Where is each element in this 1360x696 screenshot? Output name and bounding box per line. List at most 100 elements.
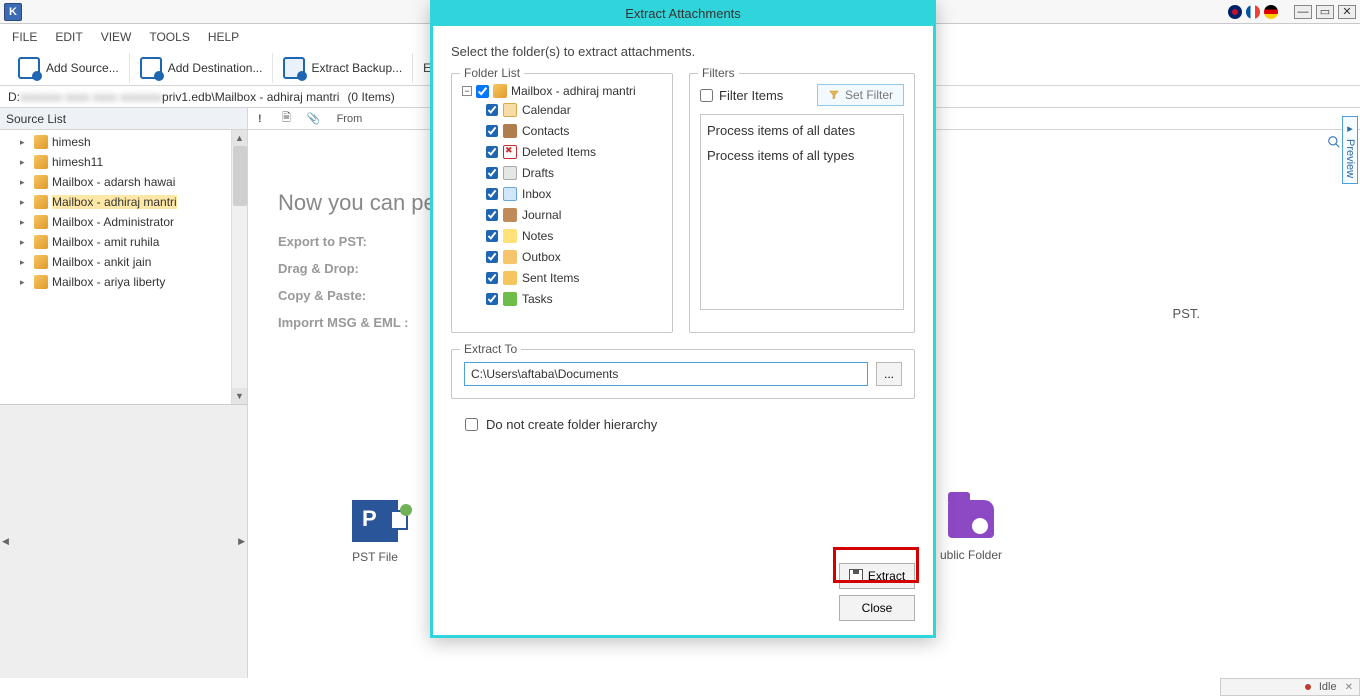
dialog-folder-tree[interactable]: − Mailbox - adhiraj mantri CalendarConta… [462, 84, 662, 308]
folder-checkbox[interactable] [486, 188, 498, 200]
filters-legend: Filters [698, 66, 739, 80]
folder-item[interactable]: Outbox [486, 248, 662, 266]
tree-row[interactable]: ▸ Mailbox - adarsh hawai [0, 172, 247, 192]
mailbox-icon [34, 155, 48, 169]
status-dot-icon [1305, 684, 1311, 690]
add-destination-label: Add Destination... [168, 61, 263, 75]
menu-edit[interactable]: EDIT [55, 30, 82, 44]
extract-attachments-dialog: Extract Attachments Select the folder(s)… [430, 0, 936, 638]
mailbox-icon [34, 135, 48, 149]
expander-icon[interactable]: ▸ [20, 237, 30, 248]
browse-button[interactable]: ... [876, 362, 902, 386]
folder-item[interactable]: Inbox [486, 185, 662, 203]
menu-tools[interactable]: TOOLS [149, 30, 189, 44]
public-folder-card[interactable]: ublic Folder [940, 500, 1002, 562]
tree-row[interactable]: ▸Mailbox - amit ruhila [0, 232, 247, 252]
source-pane: Source List ▸himesh▸himesh11▸Mailbox - a… [0, 108, 248, 678]
folder-item[interactable]: Calendar [486, 101, 662, 119]
extract-backup-label: Extract Backup... [311, 61, 402, 75]
folder-item[interactable]: Deleted Items [486, 143, 662, 161]
grid-col-from[interactable]: From [337, 113, 363, 125]
expander-icon[interactable]: ▸ [20, 157, 30, 168]
menu-file[interactable]: FILE [12, 30, 37, 44]
window-minimize-button[interactable]: — [1294, 5, 1312, 19]
close-button[interactable]: Close [839, 595, 915, 621]
no-hierarchy-row[interactable]: Do not create folder hierarchy [465, 417, 915, 432]
status-text: Idle [1319, 681, 1337, 693]
folder-item[interactable]: Journal [486, 206, 662, 224]
extract-backup-button[interactable]: Extract Backup... [273, 53, 413, 83]
folder-checkbox[interactable] [486, 125, 498, 137]
set-filter-button[interactable]: Set Filter [817, 84, 904, 106]
folder-checkbox[interactable] [486, 230, 498, 242]
extract-to-fieldset: Extract To ... [451, 349, 915, 399]
status-close-icon[interactable]: ✕ [1345, 682, 1353, 693]
folder-item[interactable]: Tasks [486, 290, 662, 308]
filter-items-checkbox-label[interactable]: Filter Items [700, 88, 783, 103]
add-source-label: Add Source... [46, 61, 119, 75]
expander-icon[interactable]: ▸ [20, 257, 30, 268]
tree-row[interactable]: ▸himesh [0, 132, 247, 152]
grid-col-page-icon[interactable]: 🗎 [282, 109, 291, 128]
set-filter-label: Set Filter [845, 88, 893, 102]
folder-checkbox[interactable] [486, 209, 498, 221]
folder-checkbox[interactable] [486, 146, 498, 158]
window-maximize-button[interactable]: ▭ [1316, 5, 1334, 19]
promo-pst-suffix: PST. [1173, 306, 1200, 321]
folder-item[interactable]: Drafts [486, 164, 662, 182]
expander-icon[interactable]: ▸ [20, 137, 30, 148]
expander-icon[interactable]: ▸ [20, 217, 30, 228]
tree-collapse-icon[interactable]: − [462, 86, 472, 96]
source-tree[interactable]: ▸himesh▸himesh11▸Mailbox - adarsh hawai▸… [0, 130, 247, 294]
folder-checkbox[interactable] [486, 272, 498, 284]
mailbox-icon [34, 215, 48, 229]
filter-items-checkbox[interactable] [700, 89, 713, 102]
add-source-button[interactable]: + Add Source... [8, 53, 130, 83]
folder-checkbox[interactable] [486, 251, 498, 263]
save-icon [849, 569, 863, 583]
folder-label: Contacts [522, 124, 569, 138]
language-de-icon[interactable] [1264, 5, 1278, 19]
language-fr-icon[interactable] [1246, 5, 1260, 19]
folder-item[interactable]: Notes [486, 227, 662, 245]
folder-item[interactable]: Sent Items [486, 269, 662, 287]
add-destination-button[interactable]: + Add Destination... [130, 53, 274, 83]
pst-file-card[interactable]: PST File [352, 500, 398, 564]
folder-label: Outbox [522, 250, 561, 264]
preview-tab[interactable]: ▸ Preview [1342, 116, 1358, 184]
folder-item[interactable]: Contacts [486, 122, 662, 140]
folder-label: Journal [522, 208, 561, 222]
expander-icon[interactable]: ▸ [20, 177, 30, 188]
mailbox-icon [34, 235, 48, 249]
tree-row[interactable]: ▸himesh11 [0, 152, 247, 172]
no-hierarchy-checkbox[interactable] [465, 418, 478, 431]
folder-checkbox[interactable] [486, 293, 498, 305]
grid-col-attach-icon[interactable]: 📎 [307, 112, 321, 125]
folder-label: Calendar [522, 103, 571, 117]
menu-help[interactable]: HELP [208, 30, 239, 44]
window-close-button[interactable]: ✕ [1338, 5, 1356, 19]
filter-line-dates: Process items of all dates [707, 119, 897, 144]
folder-checkbox[interactable] [486, 167, 498, 179]
expander-icon[interactable]: ▸ [20, 277, 30, 288]
extract-backup-icon [283, 57, 305, 79]
source-tree-scrollbar[interactable]: ▲ ▼ [231, 130, 247, 404]
tree-row-label: Mailbox - ariya liberty [52, 275, 165, 289]
tree-row[interactable]: ▸Mailbox - adhiraj mantri [0, 192, 247, 212]
root-mailbox-checkbox[interactable] [476, 85, 489, 98]
tree-row-label: Mailbox - adarsh hawai [52, 175, 175, 189]
source-tree-hscroll[interactable]: ◀▶ [0, 404, 247, 679]
folder-list-legend: Folder List [460, 66, 524, 80]
folder-checkbox[interactable] [486, 104, 498, 116]
language-uk-icon[interactable] [1228, 5, 1242, 19]
tree-row[interactable]: ▸Mailbox - Administrator [0, 212, 247, 232]
search-icon[interactable] [1324, 132, 1344, 152]
expander-icon[interactable]: ▸ [20, 197, 30, 208]
menu-view[interactable]: VIEW [101, 30, 132, 44]
breadcrumb-count: (0 Items) [347, 90, 394, 104]
tree-row[interactable]: ▸Mailbox - ankit jain [0, 252, 247, 272]
tree-row[interactable]: ▸ Mailbox - ariya liberty [0, 272, 247, 292]
extract-path-input[interactable] [464, 362, 868, 386]
extract-button[interactable]: Extract [839, 563, 915, 589]
grid-col-flag[interactable]: ! [258, 113, 266, 125]
